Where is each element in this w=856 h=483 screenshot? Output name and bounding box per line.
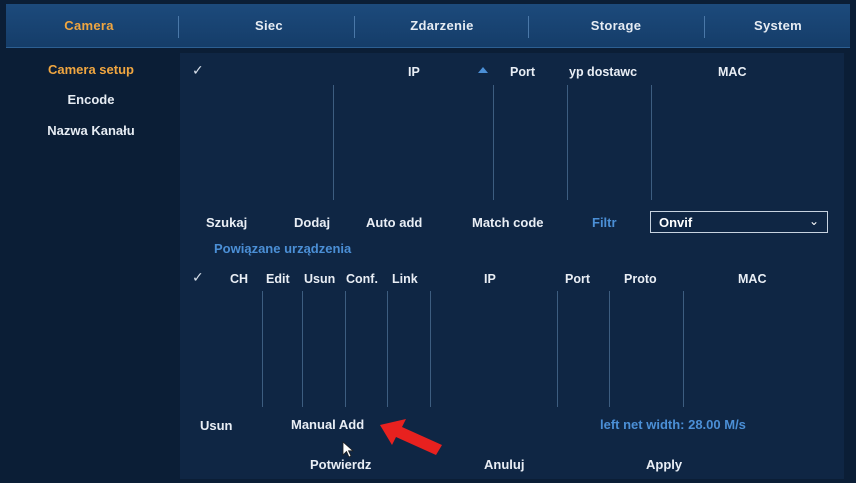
column-divider: [387, 291, 388, 407]
column-header-edit[interactable]: Edit: [266, 272, 290, 286]
top-tab-bar: Camera Siec Zdarzenie Storage System: [6, 4, 850, 48]
tab-camera[interactable]: Camera: [6, 4, 172, 47]
filter-selected-value: Onvif: [659, 215, 693, 230]
column-header-mac[interactable]: MAC: [738, 272, 766, 286]
tab-zdarzenie[interactable]: Zdarzenie: [356, 4, 528, 47]
check-icon[interactable]: ✓: [192, 62, 204, 79]
tab-divider: [354, 16, 355, 38]
check-icon[interactable]: ✓: [192, 269, 204, 286]
column-divider: [683, 291, 684, 407]
camera-setup-panel: ✓ IP Port yp dostawc MAC Szukaj Dodaj Au…: [180, 53, 844, 479]
column-header-mac[interactable]: MAC: [718, 65, 746, 79]
sidebar-item-camera-setup[interactable]: Camera setup: [6, 62, 176, 77]
add-button[interactable]: Dodaj: [294, 215, 330, 230]
tab-system[interactable]: System: [706, 4, 850, 47]
column-divider: [567, 85, 568, 200]
column-header-ip[interactable]: IP: [484, 272, 496, 286]
column-divider: [333, 85, 334, 200]
column-header-config[interactable]: Conf.: [346, 272, 378, 286]
column-header-vendor-type[interactable]: yp dostawc: [569, 65, 639, 79]
column-header-delete[interactable]: Usun: [304, 272, 335, 286]
cancel-button[interactable]: Anuluj: [484, 457, 524, 472]
delete-button[interactable]: Usun: [200, 418, 233, 433]
column-header-ip[interactable]: IP: [408, 65, 420, 79]
apply-button[interactable]: Apply: [646, 457, 682, 472]
column-divider: [262, 291, 263, 407]
auto-add-button[interactable]: Auto add: [366, 215, 422, 230]
bandwidth-status: left net width: 28.00 M/s: [600, 417, 746, 432]
sidebar: Camera setup Encode Nazwa Kanału: [6, 49, 176, 479]
filter-select[interactable]: Onvif ⌄: [650, 211, 828, 233]
match-code-button[interactable]: Match code: [472, 215, 544, 230]
column-divider: [345, 291, 346, 407]
search-button[interactable]: Szukaj: [206, 215, 247, 230]
column-divider: [651, 85, 652, 200]
red-arrow-icon: [380, 419, 442, 455]
confirm-button[interactable]: Potwierdz: [310, 457, 371, 472]
column-header-port[interactable]: Port: [510, 65, 535, 79]
column-divider: [609, 291, 610, 407]
filter-label: Filtr: [592, 215, 617, 230]
sort-up-icon[interactable]: [478, 67, 488, 73]
mouse-cursor-icon: [342, 441, 355, 458]
sidebar-item-channel-name[interactable]: Nazwa Kanału: [6, 123, 176, 138]
chevron-down-icon[interactable]: ⌄: [809, 214, 819, 228]
tab-divider: [528, 16, 529, 38]
tab-divider: [704, 16, 705, 38]
column-divider: [557, 291, 558, 407]
tab-divider: [178, 16, 179, 38]
column-header-link[interactable]: Link: [392, 272, 418, 286]
column-divider: [302, 291, 303, 407]
sidebar-item-encode[interactable]: Encode: [6, 92, 176, 107]
column-header-port[interactable]: Port: [565, 272, 590, 286]
linked-devices-title: Powiązane urządzenia: [214, 241, 352, 256]
column-header-protocol[interactable]: Proto: [624, 272, 657, 286]
column-divider: [430, 291, 431, 407]
manual-add-button[interactable]: Manual Add: [291, 417, 364, 432]
column-header-ch[interactable]: CH: [230, 272, 248, 286]
tab-storage[interactable]: Storage: [530, 4, 702, 47]
tab-siec[interactable]: Siec: [184, 4, 354, 47]
column-divider: [493, 85, 494, 200]
